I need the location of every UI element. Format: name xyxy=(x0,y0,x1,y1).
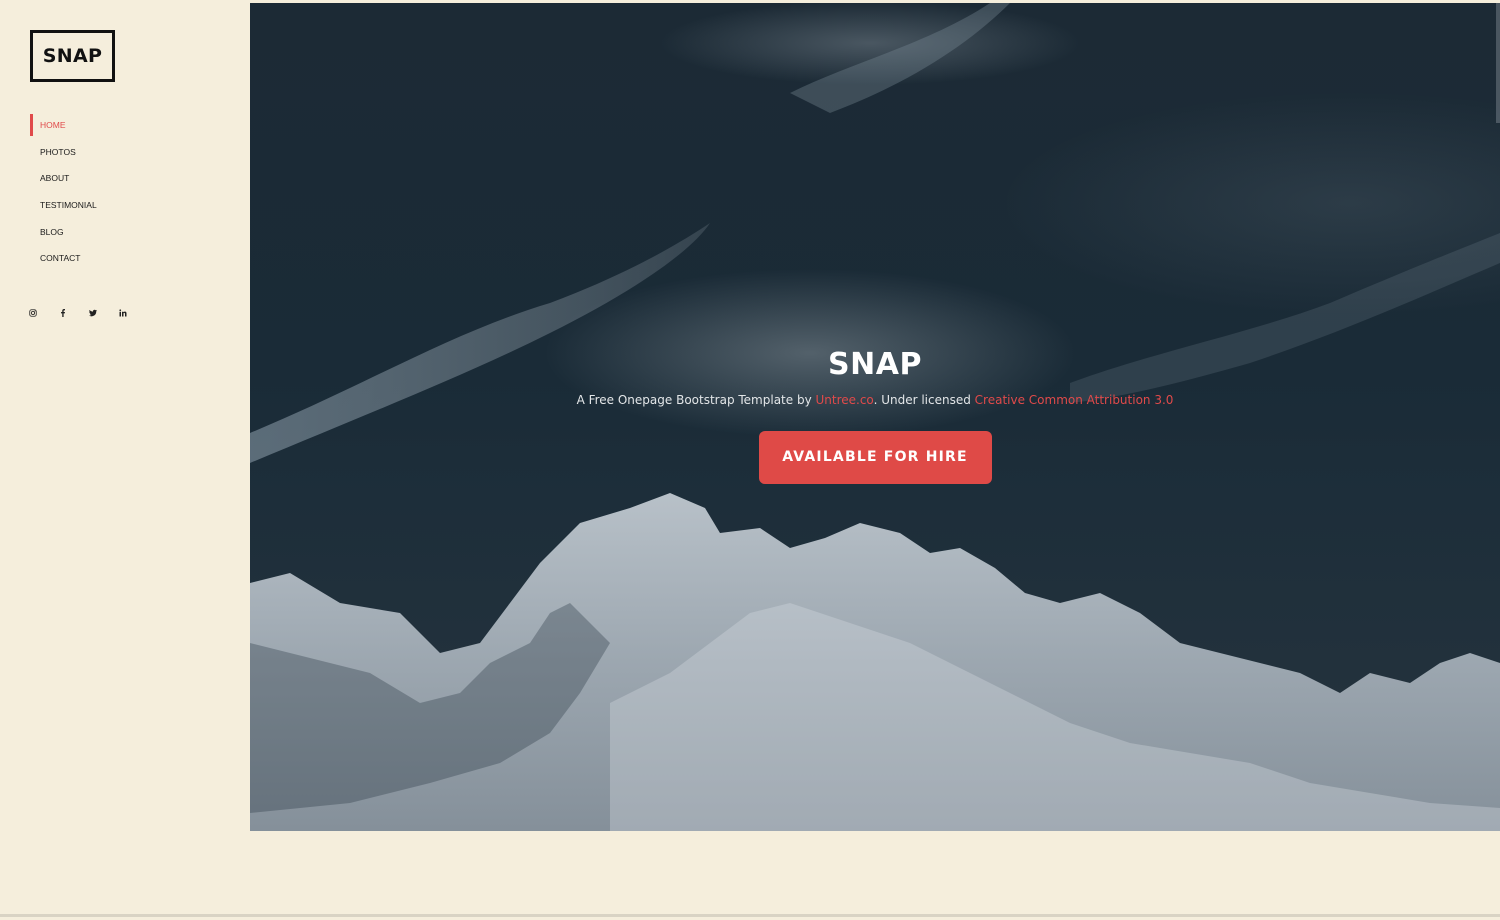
nav-link-photos[interactable]: PHOTOS xyxy=(30,141,76,163)
instagram-link[interactable] xyxy=(28,306,58,320)
hero-subtitle-prefix: A Free Onepage Bootstrap Template by xyxy=(576,393,816,407)
hero-section: SNAP A Free Onepage Bootstrap Template b… xyxy=(250,3,1500,831)
hero-subtitle-middle: . Under licensed xyxy=(873,393,975,407)
page: SNAP HOME PHOTOS ABOUT TESTIMONIAL BLOG … xyxy=(0,0,1500,920)
facebook-link[interactable] xyxy=(58,306,88,320)
license-link[interactable]: Creative Common Attribution 3.0 xyxy=(975,393,1174,407)
nav-link-blog[interactable]: BLOG xyxy=(30,221,64,243)
nav-link-home[interactable]: HOME xyxy=(30,114,66,137)
available-for-hire-button[interactable]: AVAILABLE FOR HIRE xyxy=(758,431,992,484)
social-links xyxy=(28,306,148,320)
linkedin-icon xyxy=(119,309,127,317)
nav-item-about: ABOUT xyxy=(30,165,97,192)
instagram-icon xyxy=(29,309,37,317)
nav-link-contact[interactable]: CONTACT xyxy=(30,247,80,269)
nav-item-blog: BLOG xyxy=(30,218,97,245)
twitter-link[interactable] xyxy=(88,306,118,320)
hero-title: SNAP xyxy=(828,347,922,382)
main-nav: HOME PHOTOS ABOUT TESTIMONIAL BLOG CONTA… xyxy=(30,112,97,272)
nav-item-home: HOME xyxy=(30,112,97,139)
hero-content: SNAP A Free Onepage Bootstrap Template b… xyxy=(250,343,1500,484)
hero-subtitle: A Free Onepage Bootstrap Template by Unt… xyxy=(250,393,1500,411)
nav-item-testimonial: TESTIMONIAL xyxy=(30,192,97,219)
author-link[interactable]: Untree.co xyxy=(815,393,873,407)
nav-link-testimonial[interactable]: TESTIMONIAL xyxy=(30,194,97,216)
nav-item-photos: PHOTOS xyxy=(30,139,97,166)
sidebar: SNAP HOME PHOTOS ABOUT TESTIMONIAL BLOG … xyxy=(0,0,250,920)
facebook-icon xyxy=(61,309,65,317)
logo[interactable]: SNAP xyxy=(30,30,115,82)
twitter-icon xyxy=(89,309,97,317)
scrollbar[interactable] xyxy=(1496,3,1500,123)
linkedin-link[interactable] xyxy=(118,306,148,320)
nav-item-contact: CONTACT xyxy=(30,245,97,272)
nav-link-about[interactable]: ABOUT xyxy=(30,167,69,189)
bottom-divider xyxy=(0,914,1500,917)
